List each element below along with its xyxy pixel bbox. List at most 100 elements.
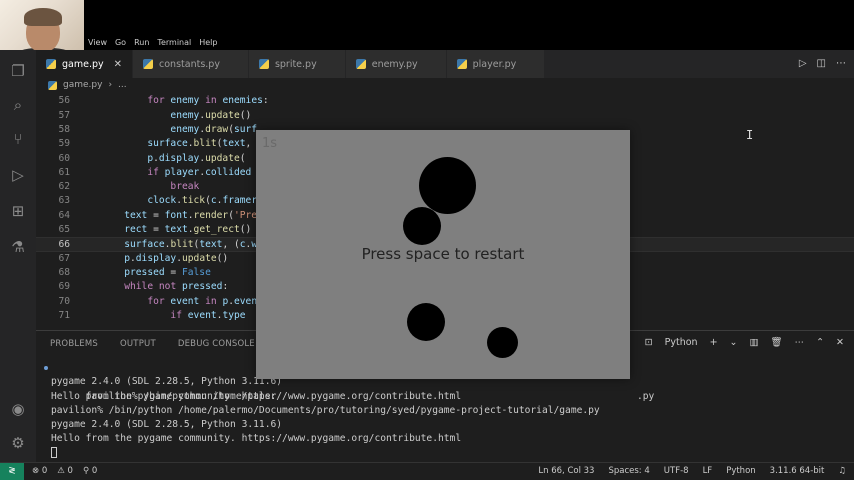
line-number: 58 (58, 123, 70, 135)
explorer-icon[interactable]: ❐ (9, 62, 27, 80)
terminal-line: pygame 2.4.0 (SDL 2.28.5, Python 3.11.6) (51, 419, 283, 431)
trash-icon[interactable]: 🗑 (771, 337, 783, 348)
line-number: 68 (58, 266, 70, 278)
python-file-icon (258, 59, 269, 69)
python-file-icon (48, 80, 57, 90)
tab-label: sprite.py (274, 58, 317, 70)
maximize-panel-icon[interactable]: ⌃ (816, 337, 824, 348)
line-number: 61 (58, 166, 70, 178)
line-number: 56 (58, 95, 70, 107)
encoding[interactable]: UTF-8 (664, 463, 689, 480)
line-number: 70 (58, 295, 70, 307)
indentation[interactable]: Spaces: 4 (608, 463, 649, 480)
tab-label: constants.py (159, 58, 220, 70)
terminal-line: Hello from the pygame community. https:/… (51, 433, 462, 445)
breadcrumb-file[interactable]: game.py (63, 80, 102, 90)
line-number: 60 (58, 152, 70, 164)
source-control-icon[interactable]: ⑂ (9, 130, 27, 148)
code-text: clock.tick(c.framer (147, 195, 258, 207)
enemy-ball (407, 303, 445, 341)
code-text: surface.blit(text, (c.w (124, 239, 258, 251)
code-text: break (170, 181, 200, 193)
remote-indicator-icon[interactable]: ≷ (0, 463, 24, 480)
pygame-window[interactable]: 1s Press space to restart (256, 130, 630, 379)
line-number: 63 (58, 195, 70, 207)
code-text: surface.blit(text, (147, 138, 252, 150)
close-icon[interactable]: ✕ (114, 59, 122, 70)
panel-tabs: PROBLEMS OUTPUT DEBUG CONSOLE TE (50, 339, 288, 352)
tab-enemy-py[interactable]: enemy.py (345, 50, 447, 78)
tab-constants-py[interactable]: constants.py (133, 50, 249, 78)
close-panel-icon[interactable]: ✕ (836, 337, 844, 348)
search-icon[interactable]: ⌕ (9, 96, 27, 114)
editor-tabs: game.py ✕ constants.py sprite.py enemy.p… (36, 50, 854, 78)
tab-label: player.py (472, 58, 517, 70)
tab-output[interactable]: OUTPUT (120, 339, 156, 352)
extensions-icon[interactable]: ⊞ (9, 202, 27, 220)
end-of-line[interactable]: LF (703, 463, 713, 480)
line-number: 64 (58, 209, 70, 221)
split-editor-icon[interactable]: ◫ (817, 58, 826, 69)
restart-message: Press space to restart (361, 245, 525, 263)
menu-help[interactable]: Help (195, 36, 221, 50)
code-text: for enemy in enemies: (147, 95, 269, 107)
terminal-line: pavilion% /bin/python /home/palermo/Docu… (51, 404, 600, 416)
run-debug-icon[interactable]: ▷ (9, 166, 27, 184)
testing-icon[interactable]: ⚗ (9, 238, 27, 256)
more-actions-icon[interactable]: ⋯ (836, 58, 846, 69)
tab-player-py[interactable]: player.py (446, 50, 546, 78)
menu-view[interactable]: View (84, 36, 111, 50)
menu-terminal[interactable]: Terminal (153, 36, 195, 50)
terminal-profile-label[interactable]: Python (665, 337, 698, 348)
split-terminal-icon[interactable]: ▥ (750, 337, 759, 348)
breadcrumb-more[interactable]: ... (118, 80, 127, 90)
editor-actions: ▷ ◫ ⋯ (799, 58, 846, 69)
text-cursor-icon: I (746, 128, 754, 142)
status-bar: ≷ ⊗ 0 ⚠ 0 ⚲ 0 Ln 66, Col 33 Spaces: 4 UT… (0, 462, 854, 480)
cursor-position[interactable]: Ln 66, Col 33 (538, 463, 594, 480)
line-number: 67 (58, 252, 70, 264)
activity-bar: ❐ ⌕ ⑂ ▷ ⊞ ⚗ ◉ ⚙ (0, 50, 36, 462)
tab-game-py[interactable]: game.py ✕ (36, 50, 134, 78)
panel-actions: ⊡ Python + ⌄ ▥ 🗑 ⋯ ⌃ ✕ (645, 337, 844, 348)
menu-run[interactable]: Run (130, 36, 153, 50)
python-file-icon (46, 59, 56, 69)
settings-gear-icon[interactable]: ⚙ (9, 434, 27, 452)
new-terminal-icon[interactable]: + (710, 337, 718, 348)
code-text: while not pressed: (124, 281, 229, 293)
notifications-bell-icon[interactable]: ♫ (838, 463, 846, 480)
terminal-prompt[interactable] (44, 447, 844, 461)
code-text: for event in p.even (147, 295, 258, 307)
code-text: if player.collided (147, 166, 252, 178)
warnings-count[interactable]: ⚠ 0 (57, 463, 73, 480)
line-number: 62 (58, 181, 70, 193)
game-timer: 1s (262, 136, 278, 151)
line-number: 71 (58, 309, 70, 321)
account-icon[interactable]: ◉ (9, 400, 27, 418)
menu-go[interactable]: Go (111, 36, 130, 50)
code-text: pressed = False (124, 266, 211, 278)
tab-label: game.py (62, 58, 104, 70)
tab-problems[interactable]: PROBLEMS (50, 339, 98, 352)
code-text: p.display.update() (124, 252, 229, 264)
language-mode[interactable]: Python (726, 463, 755, 480)
command-decoration-icon[interactable] (44, 366, 48, 370)
ports-count[interactable]: ⚲ 0 (83, 463, 97, 480)
code-text: text = font.render('Pre (124, 209, 258, 221)
tab-sprite-py[interactable]: sprite.py (248, 50, 346, 78)
more-icon[interactable]: ⋯ (795, 337, 805, 348)
line-number: 66 (58, 239, 70, 251)
python-interpreter[interactable]: 3.11.6 64-bit (770, 463, 825, 480)
status-right: Ln 66, Col 33 Spaces: 4 UTF-8 LF Python … (538, 463, 846, 480)
enemy-ball (419, 157, 476, 214)
line-number: 65 (58, 224, 70, 235)
menu-bar: View Go Run Terminal Help (84, 36, 221, 50)
code-line[interactable]: 57 enemy.update() (36, 109, 854, 123)
code-text: rect = text.get_rect() (124, 224, 252, 235)
code-text: if event.type (170, 309, 246, 321)
errors-count[interactable]: ⊗ 0 (32, 463, 47, 480)
chevron-down-icon[interactable]: ⌄ (730, 337, 738, 348)
run-file-icon[interactable]: ▷ (799, 58, 807, 69)
tab-debug-console[interactable]: DEBUG CONSOLE (178, 339, 255, 352)
code-line[interactable]: 56 for enemy in enemies: (36, 94, 854, 108)
